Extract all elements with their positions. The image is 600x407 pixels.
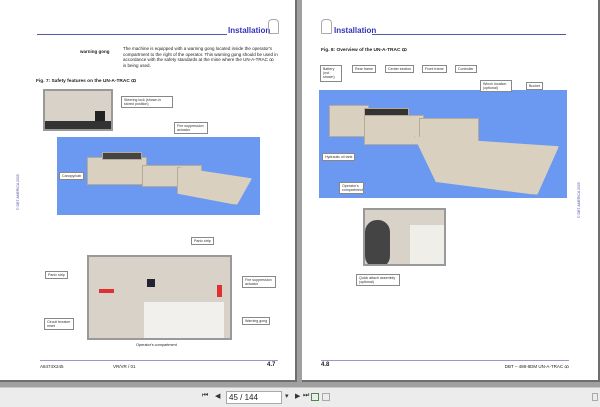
label-center-section: Center section [385, 65, 415, 74]
footer-page: 4.7 [267, 362, 276, 368]
first-page-button[interactable]: ⏮ [202, 392, 208, 400]
label-battery: Battery (not shown) [320, 65, 342, 82]
label-rear-frame: Rear frame [352, 65, 376, 74]
label-winch: Winch location (optional) [480, 80, 512, 93]
page-dropdown-icon[interactable]: ▾ [285, 392, 289, 400]
photo-caption: Operator's compartment [136, 343, 177, 347]
figure-caption: Fig. 8: Overview of the UN-A-TRAC ꝏ [321, 48, 407, 53]
label-canopy: Canopy/cab [59, 172, 85, 181]
page-number-value: 45 / 144 [229, 393, 258, 402]
label-controller: Controller [455, 65, 477, 74]
footer-rev: VR/VR / 01 [113, 364, 136, 369]
label-warning-gong: Warning gong [242, 317, 271, 326]
copyright-vertical: © DBT AMERICA 2005 [577, 182, 581, 218]
label-front-frame: Front frame [422, 65, 447, 74]
section-header: Installation [228, 26, 271, 35]
label-circuit-breaker: Circuit breaker reset [44, 318, 74, 331]
footer-doc: A8474X245 [40, 364, 64, 369]
page-number-input[interactable]: 45 / 144 [226, 391, 282, 404]
label-steering-lock: Steering lock (shown in stored position) [121, 96, 173, 109]
machine-image [57, 137, 260, 215]
term-label: warning gong [80, 49, 110, 54]
next-page-button[interactable]: ▶ [295, 392, 300, 400]
pdf-page-right: Installation Fig. 8: Overview of the UN-… [302, 0, 600, 382]
miner-logo-icon [321, 19, 332, 34]
footer-doc: DBT – 488-8DM UN-A-TRAC ꝏ [504, 364, 569, 369]
copyright-vertical: © DBT AMERICA 2005 [16, 174, 20, 210]
label-fire-suppression-right: Fire suppression actuator [242, 276, 276, 289]
previous-page-button[interactable]: ◀ [215, 392, 220, 400]
section-header: Installation [334, 26, 377, 35]
operator-compartment-photo [87, 255, 232, 340]
warning-gong-paragraph: The machine is equipped with a warning g… [123, 46, 278, 68]
last-page-button[interactable]: ⏭ [303, 392, 309, 400]
label-bucket: Bucket [526, 82, 543, 91]
figure-caption: Fig. 7: Safety features on the UN-A-TRAC… [36, 79, 137, 84]
header-rule [372, 34, 566, 35]
label-hydraulic-tank: Hydraulic oil tank [322, 153, 356, 162]
miner-logo-icon [268, 19, 279, 34]
panel-toggle-icon[interactable] [592, 393, 598, 401]
go-back-icon[interactable] [311, 393, 319, 401]
quick-attach-photo [363, 208, 446, 266]
label-operator-compartment: Operator's compartment [339, 182, 364, 195]
pdf-page-left: Installation warning gong The machine is… [0, 0, 297, 382]
label-panic-strip-left: Panic strip [45, 271, 68, 280]
label-fire-suppression-top: Fire suppression actuator [174, 122, 208, 135]
steering-lock-photo [43, 89, 113, 131]
label-quick-attach: Quick attach assembly (optional) [356, 274, 400, 287]
go-forward-icon[interactable] [322, 393, 330, 401]
footer-rule [40, 360, 278, 361]
header-rule [37, 34, 227, 35]
footer-page: 4.8 [321, 362, 330, 368]
label-panic-strip-top: Panic strip [191, 237, 214, 246]
pdf-viewer-toolbar: ⏮ ◀ 45 / 144 ▾ ▶ ⏭ [0, 387, 600, 407]
footer-rule [321, 360, 569, 361]
